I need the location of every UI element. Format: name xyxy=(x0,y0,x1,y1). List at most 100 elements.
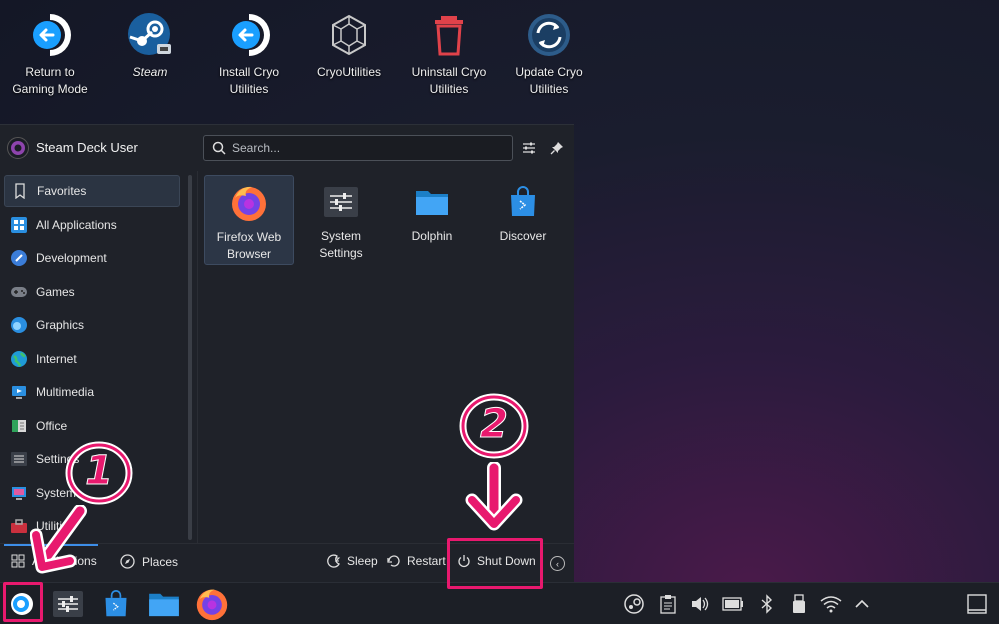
desktop-icon-cryoutilities[interactable]: CryoUtilities xyxy=(299,8,399,81)
tray-volume[interactable] xyxy=(689,593,711,615)
search-input[interactable] xyxy=(232,139,502,157)
launcher-header: Steam Deck User xyxy=(0,125,574,169)
settings-icon xyxy=(10,450,28,468)
desktop-icon-uninstall-cryo[interactable]: Uninstall Cryo Utilities xyxy=(399,8,499,98)
divider xyxy=(197,171,198,543)
sidebar-item-graphics[interactable]: Graphics xyxy=(4,309,180,341)
compass-icon xyxy=(120,554,135,569)
steam-icon xyxy=(624,594,644,614)
desktop-icon-install-cryo[interactable]: Install Cryo Utilities xyxy=(199,8,299,98)
toolbox-icon xyxy=(10,517,28,535)
app-tile-firefox[interactable]: Firefox Web Browser xyxy=(204,175,294,265)
annotation-step-2: 2 xyxy=(458,392,530,460)
sidebar-item-label: Office xyxy=(36,419,68,433)
taskbar-dolphin[interactable] xyxy=(146,587,182,621)
tray-steam[interactable] xyxy=(623,593,645,615)
gamepad-icon xyxy=(10,283,28,301)
sleep-icon xyxy=(327,554,341,568)
sidebar-item-label: Favorites xyxy=(37,184,87,198)
desktop-icon-label: Install Cryo xyxy=(218,65,280,79)
sidebar-item-multimedia[interactable]: Multimedia xyxy=(4,376,180,408)
sidebar-scrollbar[interactable] xyxy=(188,175,192,540)
desktop-icon-label: Utilities xyxy=(529,82,569,96)
desktop-icon-label: Utilities xyxy=(429,82,469,96)
sidebar-item-games[interactable]: Games xyxy=(4,276,180,308)
cryo-hexagon-icon xyxy=(326,12,372,58)
taskbar-firefox[interactable] xyxy=(194,587,230,621)
app-tile-dolphin[interactable]: Dolphin xyxy=(387,175,477,265)
sidebar-item-development[interactable]: Development xyxy=(4,242,180,274)
return-arrow-icon xyxy=(27,12,73,58)
grid-icon xyxy=(11,554,25,568)
app-tile-discover[interactable]: Discover xyxy=(478,175,568,265)
annotation-highlight-shutdown xyxy=(447,538,543,589)
annotation-arrow-1 xyxy=(29,504,90,575)
folder-icon xyxy=(412,182,452,222)
app-tile-label: System xyxy=(320,229,361,243)
taskbar-system-settings[interactable] xyxy=(50,587,86,621)
desktop-icon-label: Gaming Mode xyxy=(12,82,88,96)
desktop-icon-return-gaming-mode[interactable]: Return to Gaming Mode xyxy=(0,8,100,98)
volume-icon xyxy=(692,597,709,611)
restart-button[interactable]: Restart xyxy=(387,554,446,568)
steam-icon xyxy=(127,12,173,58)
configure-button[interactable] xyxy=(520,139,538,157)
chevron-up-icon xyxy=(855,599,869,608)
sidebar-item-internet[interactable]: Internet xyxy=(4,343,180,375)
system-icon xyxy=(10,484,28,502)
desktop-icon-label: Steam xyxy=(132,65,168,79)
sidebar-item-all-applications[interactable]: All Applications xyxy=(4,209,180,241)
tray-wifi[interactable] xyxy=(820,593,842,615)
trash-icon xyxy=(426,12,472,58)
restart-label: Restart xyxy=(407,554,446,568)
sleep-button[interactable]: Sleep xyxy=(327,554,378,568)
pin-button[interactable] xyxy=(548,139,566,157)
sidebar-item-favorites[interactable]: Favorites xyxy=(4,175,180,207)
step-number: 2 xyxy=(480,401,509,448)
annotation-arrow-2 xyxy=(462,461,526,532)
sleep-label: Sleep xyxy=(347,554,378,568)
sidebar-item-label: Graphics xyxy=(36,318,85,332)
sidebar-item-label: Games xyxy=(36,285,75,299)
search-box[interactable] xyxy=(203,135,513,161)
bookmark-icon xyxy=(11,182,29,200)
step-number: 1 xyxy=(85,448,114,495)
discover-bag-icon xyxy=(105,590,127,617)
desktop-icon-label: CryoUtilities xyxy=(316,65,381,79)
tray-usb-device[interactable] xyxy=(788,593,810,615)
sliders-icon xyxy=(53,591,83,617)
tray-clipboard[interactable] xyxy=(657,593,679,615)
refresh-icon xyxy=(526,12,572,58)
tray-expand-button[interactable] xyxy=(851,593,873,615)
taskbar-discover[interactable] xyxy=(98,587,134,621)
desktop-icon-label: Update Cryo xyxy=(515,65,583,79)
app-tile-system-settings[interactable]: System Settings xyxy=(296,175,386,265)
development-icon xyxy=(10,249,28,267)
globe-icon xyxy=(10,350,28,368)
tab-label: Places xyxy=(142,554,179,569)
desktop-icon-steam[interactable]: Steam xyxy=(100,8,200,81)
show-desktop-icon xyxy=(967,594,987,614)
app-tile-label: Discover xyxy=(499,229,547,243)
app-tile-label: Settings xyxy=(319,246,363,260)
desktop-icon-label: Utilities xyxy=(229,82,269,96)
search-icon xyxy=(212,141,226,160)
pin-icon xyxy=(550,142,563,155)
app-tile-label: Firefox Web xyxy=(216,230,282,244)
firefox-icon xyxy=(229,183,269,223)
grid-icon xyxy=(10,216,28,234)
return-arrow-icon xyxy=(226,12,272,58)
app-tile-label: Browser xyxy=(226,247,271,261)
annotation-highlight-launcher xyxy=(3,582,43,622)
firefox-icon xyxy=(196,589,228,621)
office-icon xyxy=(10,417,28,435)
avatar[interactable] xyxy=(7,137,29,159)
desktop-icon-update-cryo[interactable]: Update Cryo Utilities xyxy=(499,8,599,98)
app-tile-label: Dolphin xyxy=(411,229,453,243)
tab-places[interactable]: Places xyxy=(120,554,178,569)
sidebar-item-office[interactable]: Office xyxy=(4,410,180,442)
tray-bluetooth[interactable] xyxy=(756,593,778,615)
show-desktop-button[interactable] xyxy=(966,593,988,615)
leave-menu-button[interactable]: ‹ xyxy=(550,556,565,571)
tray-battery[interactable] xyxy=(722,593,744,615)
